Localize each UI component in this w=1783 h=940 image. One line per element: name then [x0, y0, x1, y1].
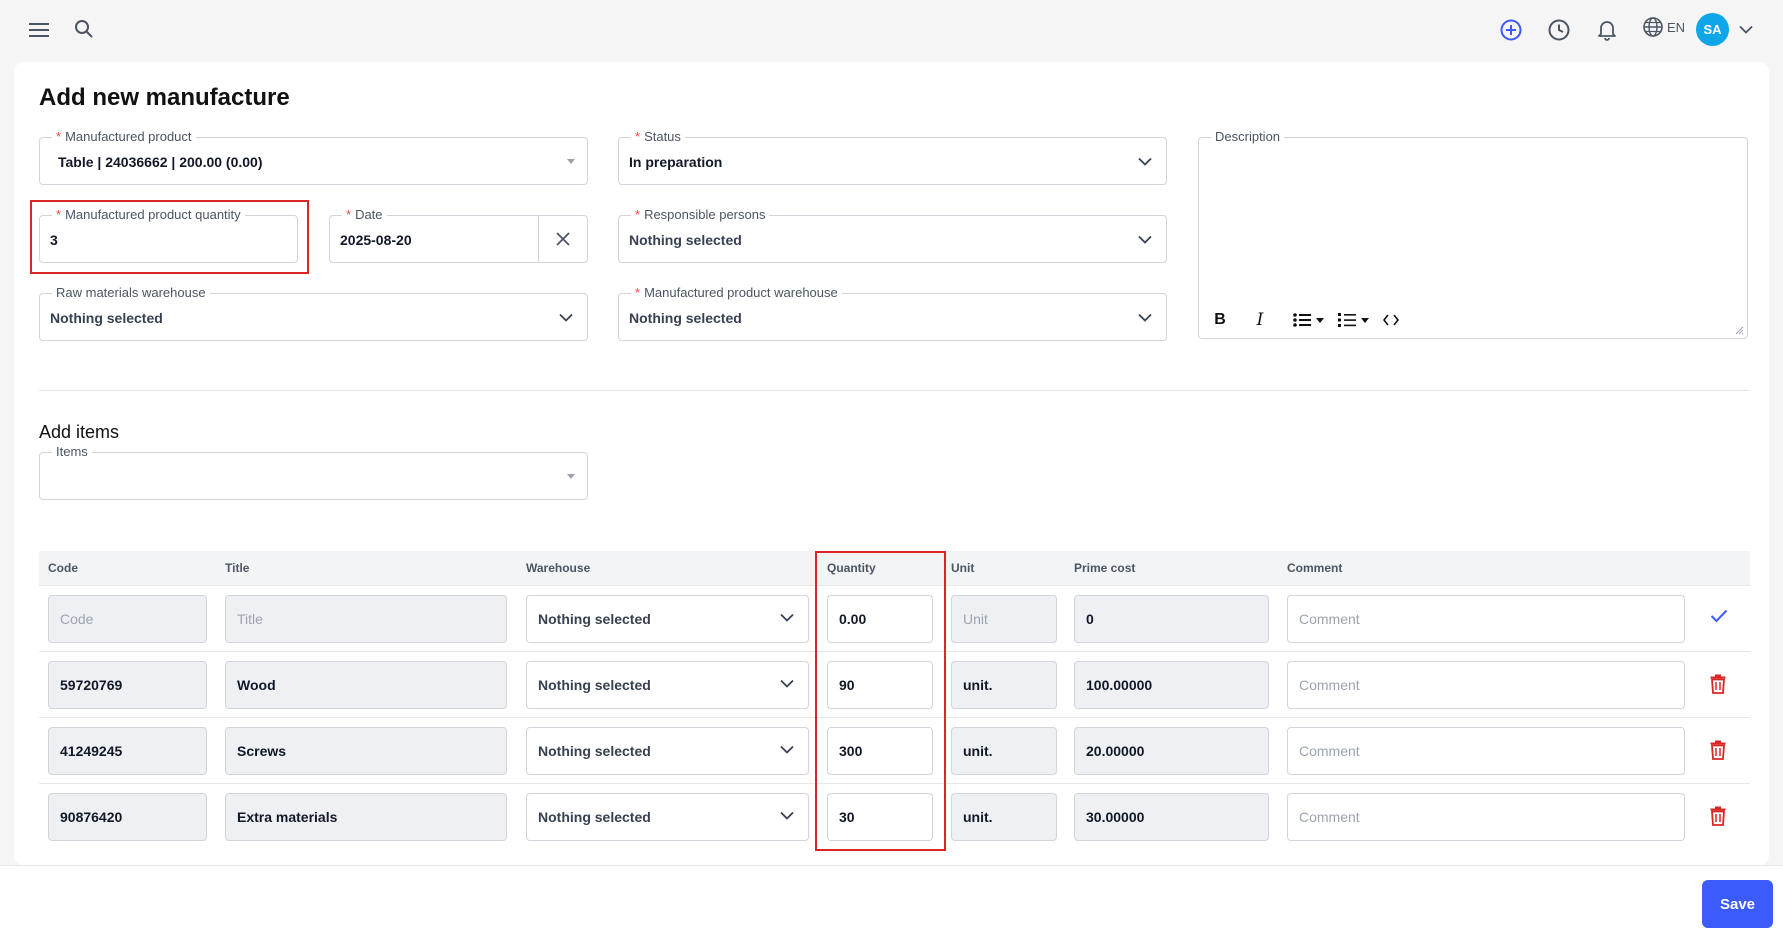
raw-materials-warehouse-select[interactable]: Raw materials warehouse Nothing selected	[39, 285, 588, 341]
header-unit: Unit	[951, 561, 975, 575]
item-warehouse-value: Nothing selected	[538, 743, 651, 759]
item-warehouse-select[interactable]: Nothing selected	[526, 661, 809, 709]
item-prime-cost[interactable]: 100.00000	[1074, 661, 1269, 709]
confirm-check-icon[interactable]	[1710, 609, 1728, 623]
status-select[interactable]: * Status In preparation	[618, 129, 1167, 185]
close-icon	[556, 232, 570, 246]
numbered-list-icon[interactable]	[1338, 308, 1369, 332]
avatar[interactable]: SA	[1696, 13, 1729, 46]
header-prime-cost: Prime cost	[1074, 561, 1136, 575]
bold-icon[interactable]: B	[1213, 308, 1227, 332]
item-title[interactable]: Wood	[225, 661, 507, 709]
items-label: Items	[52, 444, 92, 460]
item-code[interactable]: 41249245	[48, 727, 207, 775]
resize-handle-icon[interactable]	[1734, 325, 1744, 335]
product-warehouse-select[interactable]: * Manufactured product warehouse Nothing …	[618, 285, 1167, 341]
save-button[interactable]: Save	[1702, 880, 1773, 928]
responsible-persons-select[interactable]: * Responsible persons Nothing selected	[618, 207, 1167, 263]
date-input[interactable]: * Date 2025-08-20	[329, 207, 588, 263]
chevron-down-icon	[1138, 235, 1152, 244]
responsible-persons-value: Nothing selected	[629, 232, 742, 248]
section-divider	[39, 390, 1750, 391]
item-unit[interactable]: unit.	[951, 661, 1057, 709]
raw-materials-warehouse-value: Nothing selected	[50, 310, 163, 326]
chevron-down-icon	[780, 679, 794, 688]
quantity-column-highlight	[815, 551, 946, 851]
search-icon[interactable]	[72, 17, 96, 41]
chevron-down-icon	[1138, 157, 1152, 166]
chevron-down-icon[interactable]	[1736, 20, 1756, 38]
footer-bar	[0, 865, 1783, 940]
item-warehouse-select[interactable]: Nothing selected	[526, 727, 809, 775]
item-unit[interactable]: unit.	[951, 793, 1057, 841]
status-value: In preparation	[629, 154, 723, 170]
new-warehouse-value: Nothing selected	[538, 611, 651, 627]
manufactured-product-select[interactable]: * Manufactured product Table | 24036662 |…	[39, 129, 588, 185]
item-unit[interactable]: unit.	[951, 727, 1057, 775]
caret-down-icon	[567, 474, 575, 479]
item-code[interactable]: 59720769	[48, 661, 207, 709]
new-prime-cost-input[interactable]: 0	[1074, 595, 1269, 643]
raw-materials-warehouse-label: Raw materials warehouse	[52, 285, 210, 301]
italic-icon[interactable]: I	[1253, 308, 1267, 332]
header-title: Title	[225, 561, 250, 575]
item-title[interactable]: Screws	[225, 727, 507, 775]
header-comment: Comment	[1287, 561, 1343, 575]
add-circle-icon[interactable]	[1498, 17, 1523, 42]
chevron-down-icon	[780, 811, 794, 820]
new-unit-input[interactable]: Unit	[951, 595, 1057, 643]
new-code-input[interactable]: Code	[48, 595, 207, 643]
item-warehouse-select[interactable]: Nothing selected	[526, 793, 809, 841]
trash-icon[interactable]	[1710, 740, 1726, 760]
header-code: Code	[48, 561, 78, 575]
page-title: Add new manufacture	[39, 84, 290, 111]
description-label: Description	[1211, 129, 1285, 145]
manufactured-product-value: Table | 24036662 | 200.00 (0.00)	[58, 154, 263, 170]
chevron-down-icon	[780, 745, 794, 754]
item-title[interactable]: Extra materials	[225, 793, 507, 841]
header-warehouse: Warehouse	[526, 561, 591, 575]
item-comment-input[interactable]: Comment	[1287, 661, 1685, 709]
add-items-title: Add items	[39, 422, 120, 442]
menu-icon[interactable]	[26, 18, 52, 42]
language-switcher[interactable]: EN	[1642, 16, 1685, 38]
new-warehouse-select[interactable]: Nothing selected	[526, 595, 809, 643]
new-comment-input[interactable]: Comment	[1287, 595, 1685, 643]
history-icon[interactable]	[1546, 17, 1571, 42]
item-warehouse-value: Nothing selected	[538, 677, 651, 693]
product-warehouse-value: Nothing selected	[629, 310, 742, 326]
globe-icon	[1643, 17, 1663, 37]
editor-toolbar: B I	[1213, 308, 1413, 332]
top-bar: EN SA	[0, 0, 1783, 60]
bullet-list-icon[interactable]	[1293, 308, 1324, 332]
item-comment-input[interactable]: Comment	[1287, 727, 1685, 775]
bell-icon[interactable]	[1594, 17, 1619, 42]
responsible-persons-label: Responsible persons	[644, 207, 766, 222]
new-title-input[interactable]: Title	[225, 595, 507, 643]
item-prime-cost[interactable]: 20.00000	[1074, 727, 1269, 775]
caret-down-icon	[567, 159, 575, 164]
item-warehouse-value: Nothing selected	[538, 809, 651, 825]
item-code[interactable]: 90876420	[48, 793, 207, 841]
description-editor[interactable]: Description B I	[1198, 129, 1748, 339]
chevron-down-icon	[780, 613, 794, 622]
chevron-down-icon	[559, 313, 573, 322]
manufactured-product-label: Manufactured product	[65, 129, 192, 144]
trash-icon[interactable]	[1710, 674, 1726, 694]
item-prime-cost[interactable]: 30.00000	[1074, 793, 1269, 841]
code-icon[interactable]	[1383, 308, 1399, 332]
items-select[interactable]: Items	[39, 444, 588, 500]
quantity-highlight-box	[30, 200, 309, 274]
trash-icon[interactable]	[1710, 806, 1726, 826]
product-warehouse-label: Manufactured product warehouse	[644, 285, 838, 300]
item-comment-input[interactable]: Comment	[1287, 793, 1685, 841]
clear-date-button[interactable]	[538, 216, 587, 262]
language-label: EN	[1667, 19, 1686, 35]
chevron-down-icon	[1138, 313, 1152, 322]
status-label: Status	[644, 129, 681, 144]
date-label: Date	[355, 207, 383, 222]
date-value: 2025-08-20	[340, 232, 412, 248]
